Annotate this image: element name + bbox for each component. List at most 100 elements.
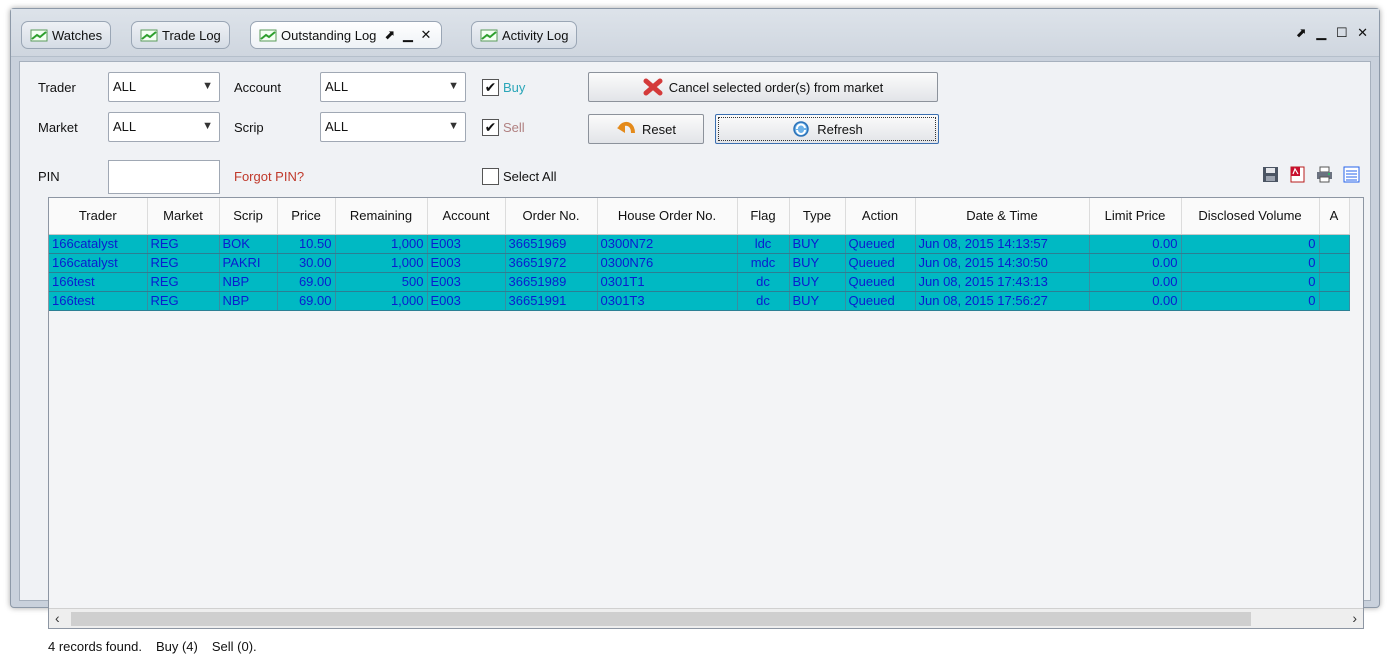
table-cell: 69.00	[277, 272, 336, 292]
table-cell: 0.00	[1089, 234, 1182, 254]
table-cell: E003	[427, 291, 506, 311]
table-cell: Jun 08, 2015 17:43:13	[915, 272, 1090, 292]
grid-header: Trader Market Scrip Price Remaining Account Or…	[49, 198, 1350, 235]
refresh-button[interactable]: Refresh	[715, 114, 939, 144]
sell-checkbox[interactable]: ✔	[482, 119, 499, 136]
table-cell: 1,000	[335, 234, 428, 254]
table-cell: Queued	[845, 253, 916, 273]
table-cell: 0301T3	[597, 291, 738, 311]
table-cell: 166catalyst	[49, 234, 148, 254]
save-icon[interactable]	[1262, 166, 1279, 183]
table-cell: REG	[147, 234, 220, 254]
buy-checkbox[interactable]: ✔	[482, 79, 499, 96]
forgot-pin-link[interactable]: Forgot PIN?	[234, 169, 304, 184]
table-cell: 0	[1181, 234, 1320, 254]
table-cell	[1319, 291, 1350, 311]
table-cell: Queued	[845, 291, 916, 311]
column-header[interactable]: Type	[789, 198, 846, 235]
buy-label: Buy	[503, 80, 526, 95]
table-cell: 69.00	[277, 291, 336, 311]
tab-bar: Watches Trade Log Outstanding Log ⬈ ▁ ✕ …	[11, 9, 1379, 57]
table-cell: 36651989	[505, 272, 598, 292]
scroll-left-icon[interactable]: ‹	[55, 610, 60, 626]
table-row[interactable]: 166test REG NBP 69.00 1,000 E003 36651991 0301T…	[49, 291, 1350, 311]
table-cell: 166test	[49, 291, 148, 311]
table-cell: 1,000	[335, 253, 428, 273]
table-cell: ldc	[737, 234, 790, 254]
pdf-icon[interactable]	[1289, 166, 1306, 183]
market-select[interactable]: ALL ▼	[108, 112, 220, 142]
table-cell: BUY	[789, 291, 846, 311]
table-row[interactable]: 166test REG NBP 69.00 500 E003 36651989 0301T1 d…	[49, 272, 1350, 292]
column-header[interactable]: Limit Price	[1089, 198, 1182, 235]
columns-list-icon[interactable]	[1343, 166, 1360, 183]
column-header[interactable]: Market	[147, 198, 220, 235]
column-header[interactable]: Action	[845, 198, 916, 235]
cancel-orders-label: Cancel selected order(s) from market	[668, 79, 884, 95]
column-header[interactable]: House Order No.	[597, 198, 738, 235]
table-cell: 0	[1181, 272, 1320, 292]
table-cell: Jun 08, 2015 14:13:57	[915, 234, 1090, 254]
trader-select[interactable]: ALL ▼	[108, 72, 220, 102]
records-count: 4 records found.	[48, 638, 142, 654]
pin-input[interactable]	[108, 160, 220, 194]
table-row[interactable]: 166catalyst REG PAKRI 30.00 1,000 E003 3665197…	[49, 253, 1350, 273]
trader-label: Trader	[38, 80, 76, 95]
column-header[interactable]: Order No.	[505, 198, 598, 235]
table-cell: 0300N76	[597, 253, 738, 273]
table-cell: 0.00	[1089, 253, 1182, 273]
column-header[interactable]: Trader	[49, 198, 148, 235]
column-header[interactable]: Scrip	[219, 198, 278, 235]
table-cell: Queued	[845, 272, 916, 292]
grid-body: 166catalyst REG BOK 10.50 1,000 E003 36651969 0…	[49, 234, 1350, 311]
table-cell: Jun 08, 2015 14:30:50	[915, 253, 1090, 273]
outstanding-log-panel: Trader ALL ▼ Account ALL ▼ ✔ Buy Cancel …	[19, 61, 1371, 654]
cancel-x-icon	[643, 78, 663, 96]
column-header[interactable]: A	[1319, 198, 1350, 235]
window-controls[interactable]: ⬈ ▁ ☐ ✕	[1296, 25, 1371, 41]
cancel-orders-button[interactable]: Cancel selected order(s) from market	[588, 72, 938, 102]
tab-watches[interactable]: Watches	[21, 21, 112, 49]
tab-controls[interactable]: ⬈ ▁ ✕	[384, 27, 433, 43]
column-header[interactable]: Remaining	[335, 198, 428, 235]
scroll-right-icon[interactable]: ›	[1352, 610, 1357, 626]
tab-trade-log[interactable]: Trade Log	[131, 21, 230, 49]
orders-table: Trader Market Scrip Price Remaining Account Or…	[49, 198, 1350, 311]
table-cell: 166test	[49, 272, 148, 292]
orders-grid[interactable]: Trader Market Scrip Price Remaining Account Or…	[48, 197, 1364, 629]
account-select-value: ALL	[325, 79, 349, 94]
reset-button[interactable]: Reset	[588, 114, 704, 144]
table-cell: 0	[1181, 253, 1320, 273]
table-cell: 0.00	[1089, 291, 1182, 311]
table-cell: dc	[737, 291, 790, 311]
table-cell: Jun 08, 2015 17:56:27	[915, 291, 1090, 311]
table-cell: mdc	[737, 253, 790, 273]
table-cell: 0	[1181, 291, 1320, 311]
chart-icon	[259, 29, 277, 41]
pin-label: PIN	[38, 169, 60, 184]
export-toolbar	[1262, 166, 1360, 183]
column-header[interactable]: Account	[427, 198, 506, 235]
horizontal-scrollbar[interactable]: ‹ ›	[49, 608, 1363, 628]
scrip-select[interactable]: ALL ▼	[320, 112, 466, 142]
column-header[interactable]: Date & Time	[915, 198, 1090, 235]
table-row[interactable]: 166catalyst REG BOK 10.50 1,000 E003 36651969 0…	[49, 234, 1350, 254]
table-cell	[1319, 234, 1350, 254]
chevron-down-icon: ▼	[448, 120, 459, 132]
scroll-thumb[interactable]	[71, 612, 1251, 626]
column-header[interactable]: Flag	[737, 198, 790, 235]
column-header[interactable]: Disclosed Volume	[1181, 198, 1320, 235]
chevron-down-icon: ▼	[202, 120, 213, 132]
tab-activity-log[interactable]: Activity Log	[471, 21, 578, 49]
trader-select-value: ALL	[113, 79, 137, 94]
table-cell: NBP	[219, 291, 278, 311]
table-cell: 36651991	[505, 291, 598, 311]
scrip-label: Scrip	[234, 120, 264, 135]
tab-outstanding-log[interactable]: Outstanding Log ⬈ ▁ ✕	[250, 21, 443, 49]
table-cell: Queued	[845, 234, 916, 254]
account-select[interactable]: ALL ▼	[320, 72, 466, 102]
print-icon[interactable]	[1316, 166, 1333, 183]
column-header[interactable]: Price	[277, 198, 336, 235]
select-all-checkbox[interactable]	[482, 168, 499, 185]
table-cell: BUY	[789, 253, 846, 273]
